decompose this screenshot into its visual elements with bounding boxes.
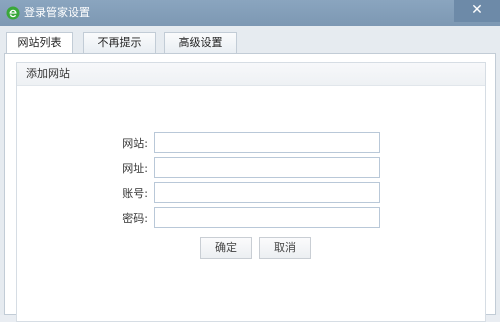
group-header: 添加网站 <box>17 63 485 86</box>
ok-button[interactable]: 确定 <box>200 237 252 259</box>
group-title: 添加网站 <box>26 67 70 80</box>
window-title: 登录管家设置 <box>24 6 90 19</box>
account-input[interactable] <box>154 182 380 203</box>
tab-strip: 网站列表 不再提示 高级设置 <box>0 26 500 54</box>
site-name-label: 网站: <box>122 137 148 150</box>
title-bar[interactable]: 登录管家设置 ✕ <box>0 0 500 26</box>
site-url-label: 网址: <box>122 162 148 175</box>
tab-site-list[interactable]: 网站列表 <box>6 32 73 54</box>
password-input[interactable] <box>154 207 380 228</box>
ie-logo-icon <box>6 6 20 20</box>
tab-panel: 添加网站 网站: 网址: 账号: 密码: 确定 取消 <box>4 53 496 322</box>
site-name-input[interactable] <box>154 132 380 153</box>
site-url-input[interactable] <box>154 157 380 178</box>
account-label: 账号: <box>122 187 148 200</box>
close-button[interactable]: ✕ <box>454 0 500 22</box>
add-site-group: 添加网站 网站: 网址: 账号: 密码: 确定 取消 <box>16 62 486 322</box>
cancel-button[interactable]: 取消 <box>259 237 311 259</box>
tab-advanced-settings[interactable]: 高级设置 <box>164 32 237 53</box>
tab-no-prompt[interactable]: 不再提示 <box>83 32 156 53</box>
password-label: 密码: <box>122 212 148 225</box>
close-icon: ✕ <box>471 2 483 18</box>
settings-dialog: 登录管家设置 ✕ 网站列表 不再提示 高级设置 添加网站 网站: 网址: 账号:… <box>0 0 500 322</box>
